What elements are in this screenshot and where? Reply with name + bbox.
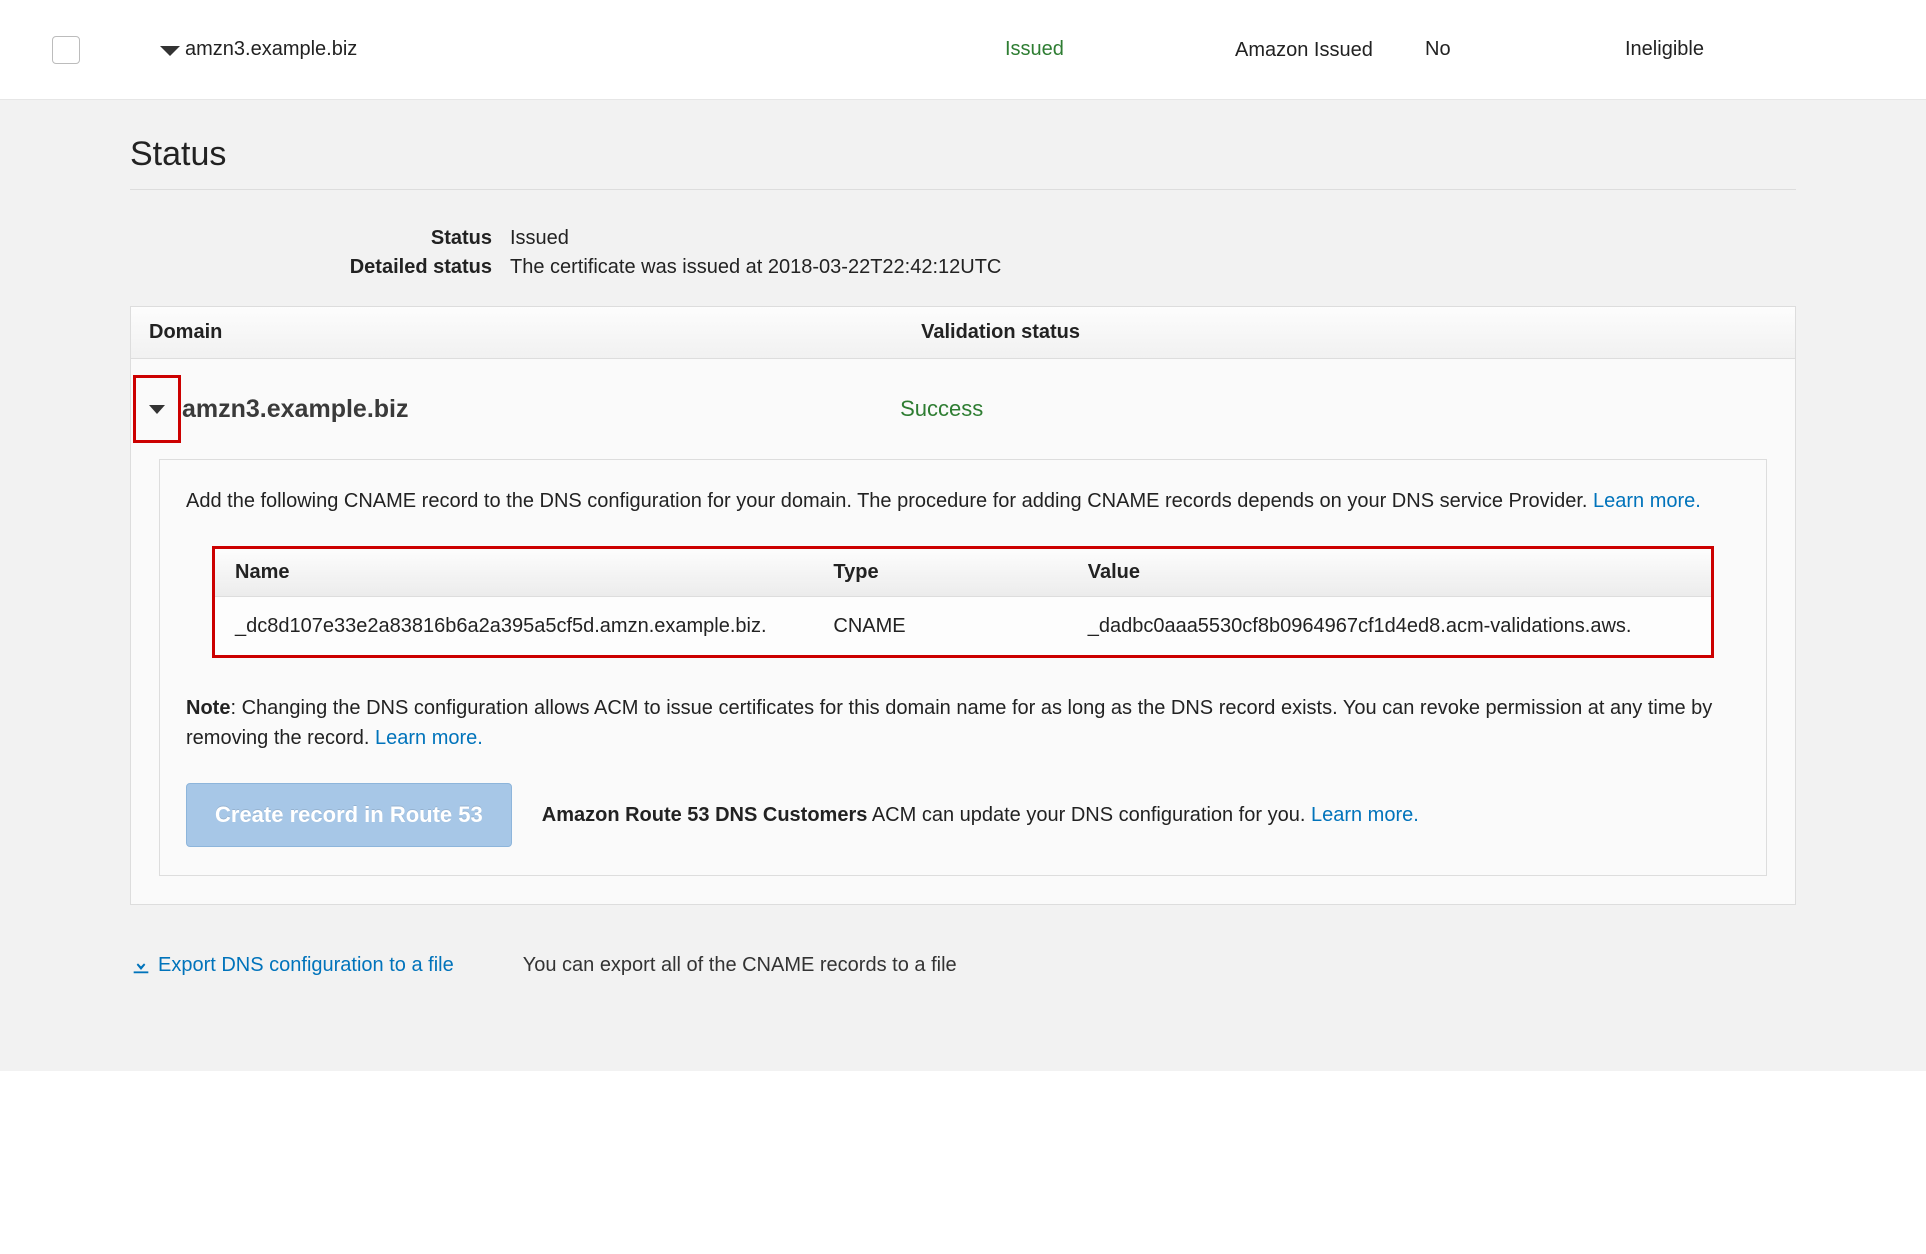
detailed-status-value: The certificate was issued at 2018-03-22… (510, 254, 1796, 281)
validation-status: Success (900, 396, 1795, 422)
note-paragraph: Note: Changing the DNS configuration all… (186, 693, 1740, 753)
learn-more-link[interactable]: Learn more. (1311, 804, 1419, 826)
cname-record-table: Name Type Value _dc8d107e33e2a83816b6a2a… (212, 546, 1714, 658)
select-cell (0, 36, 90, 64)
route53-text: Amazon Route 53 DNS Customers ACM can up… (542, 800, 1740, 830)
cname-value: _dadbc0aaa5530cf8b0964967cf1d4ed8.acm-va… (1068, 597, 1711, 655)
cname-body: _dc8d107e33e2a83816b6a2a395a5cf5d.amzn.e… (215, 597, 1711, 655)
status-row: Status Issued (130, 225, 1796, 252)
learn-more-link[interactable]: Learn more. (1593, 490, 1701, 512)
export-row: Export DNS configuration to a file You c… (130, 950, 1796, 981)
download-icon (130, 952, 152, 983)
route53-lead: Amazon Route 53 DNS Customers (542, 804, 868, 826)
domain-validation-table-head: Domain Validation status (131, 307, 1795, 359)
cname-head: Name Type Value (215, 549, 1711, 597)
detailed-status-label: Detailed status (130, 254, 510, 281)
status-kv: Status Issued Detailed status The certif… (130, 225, 1796, 281)
th-domain: Domain (131, 307, 903, 358)
domain-row: amzn3.example.biz Success (131, 359, 1795, 459)
th-value: Value (1068, 549, 1711, 596)
summary-in-use: No (1425, 38, 1625, 61)
certificate-details-panel: Status Status Issued Detailed status The… (0, 100, 1926, 1071)
status-label: Status (130, 225, 510, 252)
select-checkbox[interactable] (52, 36, 80, 64)
th-validation-status: Validation status (903, 307, 1795, 358)
expand-cell (90, 45, 185, 55)
export-desc: You can export all of the CNAME records … (523, 954, 957, 977)
th-type: Type (813, 549, 1067, 596)
detailed-status-row: Detailed status The certificate was issu… (130, 254, 1796, 281)
route53-body: ACM can update your DNS configuration fo… (867, 804, 1311, 826)
note-label: Note (186, 697, 230, 719)
domain-name: amzn3.example.biz (181, 395, 900, 424)
summary-status: Issued (1005, 38, 1235, 61)
learn-more-link[interactable]: Learn more. (375, 727, 483, 749)
certificate-summary-row[interactable]: amzn3.example.biz Issued Amazon Issued N… (0, 0, 1926, 100)
summary-domain: amzn3.example.biz (185, 38, 1005, 61)
route53-row: Create record in Route 53 Amazon Route 5… (186, 783, 1740, 847)
status-heading: Status (130, 135, 1796, 174)
caret-down-icon[interactable] (149, 405, 165, 414)
cname-name: _dc8d107e33e2a83816b6a2a395a5cf5d.amzn.e… (215, 597, 813, 655)
cname-type: CNAME (813, 597, 1067, 655)
domain-validation-table: Domain Validation status amzn3.example.b… (130, 306, 1796, 905)
cname-intro-text: Add the following CNAME record to the DN… (186, 490, 1593, 512)
cname-intro: Add the following CNAME record to the DN… (186, 486, 1740, 516)
create-record-route53-button[interactable]: Create record in Route 53 (186, 783, 512, 847)
divider (130, 189, 1796, 190)
domain-expand-highlight (133, 375, 181, 443)
status-value: Issued (510, 225, 1796, 252)
summary-type: Amazon Issued (1235, 37, 1425, 63)
summary-renewal: Ineligible (1625, 38, 1926, 61)
th-name: Name (215, 549, 813, 596)
export-dns-link[interactable]: Export DNS configuration to a file (158, 954, 454, 977)
cname-panel: Add the following CNAME record to the DN… (159, 459, 1767, 876)
caret-down-icon[interactable] (160, 46, 180, 56)
